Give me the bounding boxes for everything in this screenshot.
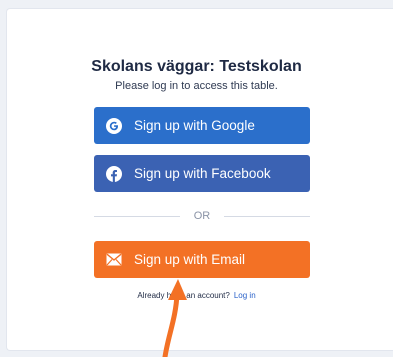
- facebook-signup-label: Sign up with Facebook: [134, 166, 271, 181]
- login-prompt-text: Already have an account?: [137, 291, 230, 300]
- divider-line-right: [224, 215, 310, 217]
- divider-text: OR: [193, 210, 211, 222]
- divider-line-left: [94, 215, 180, 217]
- google-signup-label: Sign up with Google: [134, 118, 255, 133]
- email-signup-button[interactable]: Sign up with Email: [94, 241, 310, 278]
- envelope-icon: [106, 252, 122, 268]
- email-signup-label: Sign up with Email: [134, 252, 246, 267]
- or-divider: OR: [94, 208, 310, 224]
- facebook-icon: [106, 165, 122, 182]
- google-icon: [106, 117, 122, 134]
- page-subtitle: Please log in to access this table.: [115, 80, 278, 92]
- facebook-signup-button[interactable]: Sign up with Facebook: [94, 155, 310, 192]
- login-link[interactable]: Log in: [234, 291, 256, 300]
- page-title: Skolans väggar: Testskolan: [91, 58, 302, 75]
- google-signup-button[interactable]: Sign up with Google: [94, 107, 310, 144]
- login-prompt: Already have an account? Log in: [0, 291, 393, 300]
